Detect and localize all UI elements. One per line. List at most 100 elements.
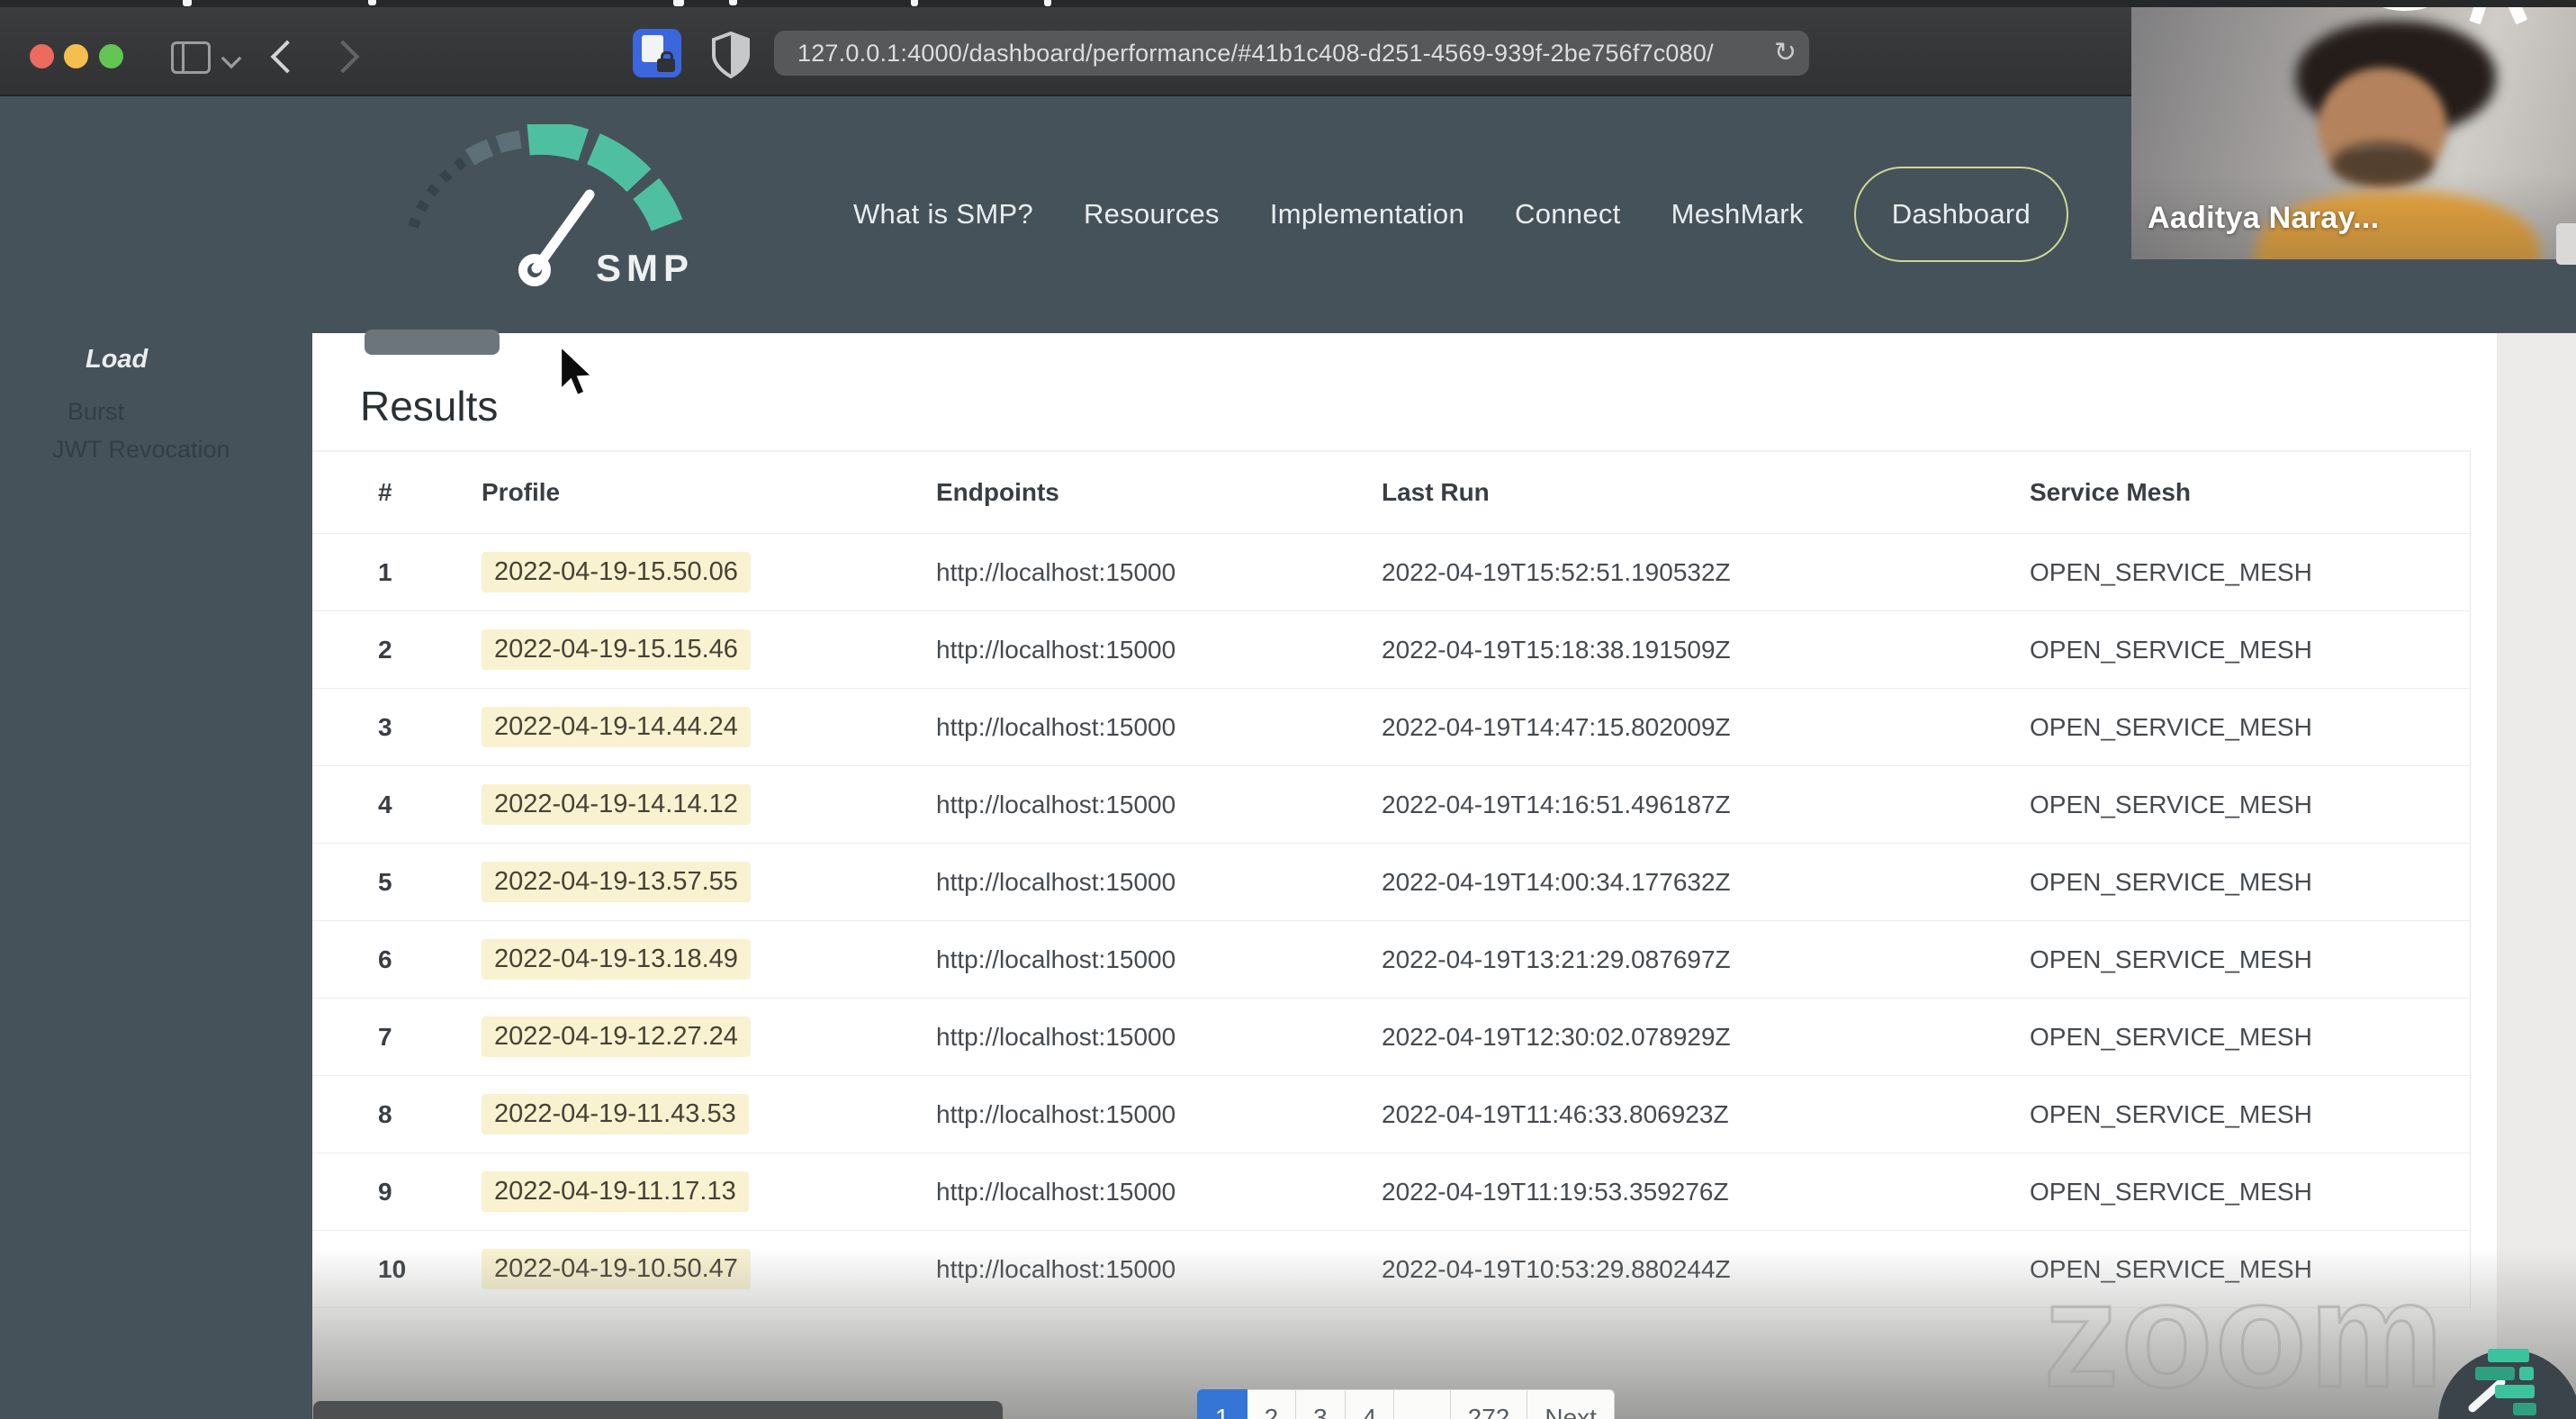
table-row[interactable]: 4 2022-04-19-14.14.12 http://localhost:150… (312, 765, 2470, 843)
pagination-next-button[interactable]: Next (1527, 1389, 1615, 1419)
endpoint-value: http://localhost:15000 (936, 712, 1176, 741)
table-row[interactable]: 3 2022-04-19-14.44.24 http://localhost:150… (312, 688, 2470, 765)
participant-name: Aaditya Naray... (2148, 201, 2380, 235)
endpoint-value: http://localhost:15000 (936, 557, 1176, 586)
page-title: Results (360, 383, 499, 429)
service-mesh-value: OPEN_SERVICE_MESH (2030, 1099, 2312, 1128)
layer-logo-icon (2513, 1403, 2536, 1415)
row-index: 3 (378, 712, 392, 741)
profile-value[interactable]: 2022-04-19-13.18.49 (482, 939, 751, 980)
window-zoom-button[interactable] (99, 44, 123, 68)
row-index: 7 (378, 1022, 392, 1051)
row-index: 4 (378, 790, 392, 818)
endpoint-value: http://localhost:15000 (936, 867, 1176, 896)
pagination: 1 2 3 4... 272 Next (1197, 1389, 1615, 1419)
cutoff-text-fragment (673, 0, 684, 6)
profile-value[interactable]: 2022-04-19-13.57.55 (482, 862, 751, 902)
cutoff-text-fragment (911, 0, 918, 6)
results-table-body: 1 2022-04-19-15.50.06 http://localhost:150… (312, 533, 2470, 1307)
screen: 127.0.0.1:4000/dashboard/performance/#41… (0, 0, 2576, 1419)
address-bar[interactable]: 127.0.0.1:4000/dashboard/performance/#41… (774, 31, 1809, 76)
window-minimize-button[interactable] (64, 44, 88, 68)
service-mesh-value: OPEN_SERVICE_MESH (2030, 867, 2312, 896)
profile-value[interactable]: 2022-04-19-12.27.24 (482, 1017, 751, 1057)
profile-value[interactable]: 2022-04-19-15.50.06 (482, 552, 751, 592)
chevron-down-icon[interactable] (221, 48, 242, 69)
extension-lock-glyph (657, 51, 675, 72)
nav-item-dashboard[interactable]: Dashboard (1853, 166, 2069, 262)
sidebar-item-jwt-revocation[interactable]: JWT Revocation (52, 436, 230, 464)
service-mesh-value: OPEN_SERVICE_MESH (2030, 790, 2312, 818)
row-index: 6 (378, 944, 392, 973)
zoom-ui-cutoff-bar (2556, 223, 2576, 265)
table-row[interactable]: 2 2022-04-19-15.15.46 http://localhost:150… (312, 610, 2470, 688)
column-header-last-run: Last Run (1382, 478, 1490, 506)
profile-cell: 2022-04-19-11.43.53 (482, 1094, 936, 1134)
window-close-button[interactable] (30, 44, 54, 68)
profile-value[interactable]: 2022-04-19-14.14.12 (482, 784, 751, 825)
layer-logo-icon (2475, 1367, 2515, 1380)
nav-item-meshmark[interactable]: MeshMark (1671, 198, 1804, 230)
last-run-value: 2022-04-19T15:18:38.191509Z (1382, 635, 1731, 664)
sidebar-toggle-icon[interactable] (171, 41, 211, 74)
privacy-shield-icon[interactable] (709, 31, 752, 79)
last-run-value: 2022-04-19T11:46:33.806923Z (1382, 1099, 1729, 1128)
logo-text: SMP (596, 247, 694, 289)
back-button[interactable] (270, 40, 304, 74)
column-header-#: # (378, 478, 392, 506)
pagination-page-272[interactable]: 272 (1450, 1389, 1528, 1419)
table-row[interactable]: 5 2022-04-19-13.57.55 http://localhost:150… (312, 843, 2470, 920)
scrolled-element-tab[interactable] (365, 330, 500, 355)
profile-cell: 2022-04-19-14.14.12 (482, 784, 936, 825)
nav-item-resources[interactable]: Resources (1084, 198, 1220, 230)
pagination-page-2[interactable]: 2 (1247, 1389, 1297, 1419)
profile-cell: 2022-04-19-11.17.13 (482, 1171, 936, 1212)
nav-item-connect[interactable]: Connect (1515, 198, 1621, 230)
endpoint-value: http://localhost:15000 (936, 790, 1176, 818)
profile-value[interactable]: 2022-04-19-11.43.53 (482, 1094, 749, 1134)
sidebar-item-burst[interactable]: Burst (68, 398, 124, 426)
cutoff-text-fragment (1044, 0, 1051, 6)
endpoint-value: http://localhost:15000 (936, 1177, 1176, 1206)
url-text: 127.0.0.1:4000/dashboard/performance/#41… (797, 39, 1714, 67)
table-row[interactable]: 9 2022-04-19-11.17.13 http://localhost:150… (312, 1152, 2470, 1230)
service-mesh-value: OPEN_SERVICE_MESH (2030, 712, 2312, 741)
profile-value[interactable]: 2022-04-19-14.44.24 (482, 707, 751, 747)
profile-cell: 2022-04-19-13.57.55 (482, 862, 936, 902)
sidebar-item-load[interactable]: Load (86, 345, 148, 375)
reload-icon[interactable]: ↻ (1774, 37, 1797, 68)
row-index: 5 (378, 867, 392, 896)
horizontal-scrollbar-thumb[interactable] (313, 1401, 1003, 1419)
layer-logo-icon (2495, 1385, 2535, 1398)
profile-value[interactable]: 2022-04-19-11.17.13 (482, 1171, 749, 1212)
nav-item-implementation[interactable]: Implementation (1270, 198, 1464, 230)
service-mesh-value: OPEN_SERVICE_MESH (2030, 944, 2312, 973)
last-run-value: 2022-04-19T14:16:51.496187Z (1382, 790, 1731, 818)
row-index: 2 (378, 635, 392, 664)
service-mesh-value: OPEN_SERVICE_MESH (2030, 557, 2312, 586)
column-header-endpoints: Endpoints (936, 478, 1059, 506)
pagination-page-1[interactable]: 1 (1197, 1389, 1247, 1419)
password-extension-icon[interactable] (633, 29, 681, 77)
table-row[interactable]: 8 2022-04-19-11.43.53 http://localhost:150… (312, 1075, 2470, 1152)
table-row[interactable]: 7 2022-04-19-12.27.24 http://localhost:150… (312, 998, 2470, 1075)
pagination-page-ellipsis[interactable]: ... (1394, 1389, 1451, 1419)
pagination-page-3[interactable]: 3 (1296, 1389, 1346, 1419)
endpoint-value: http://localhost:15000 (936, 1022, 1176, 1051)
zoom-participant-tile[interactable]: Aaditya Naray... (2131, 0, 2576, 259)
cutoff-text-fragment (729, 0, 737, 5)
profile-value[interactable]: 2022-04-19-15.15.46 (482, 629, 751, 670)
results-table: # Profile Endpoints Last Run Service Mesh 1 2… (312, 450, 2471, 1308)
table-row[interactable]: 1 2022-04-19-15.50.06 http://localhost:150… (312, 533, 2470, 610)
last-run-value: 2022-04-19T13:21:29.087697Z (1382, 944, 1731, 973)
row-index: 9 (378, 1177, 392, 1206)
smp-logo[interactable]: SMP (405, 124, 792, 295)
nav-item-what-is-smp[interactable]: What is SMP? (853, 198, 1033, 230)
endpoint-value: http://localhost:15000 (936, 635, 1176, 664)
table-row[interactable]: 6 2022-04-19-13.18.49 http://localhost:150… (312, 920, 2470, 998)
layer-logo-icon (2488, 1349, 2529, 1362)
layer-logo-icon (2519, 1367, 2534, 1380)
last-run-value: 2022-04-19T14:47:15.802009Z (1382, 712, 1731, 741)
pagination-page-4[interactable]: 4 (1345, 1389, 1395, 1419)
profile-cell: 2022-04-19-15.15.46 (482, 629, 936, 670)
